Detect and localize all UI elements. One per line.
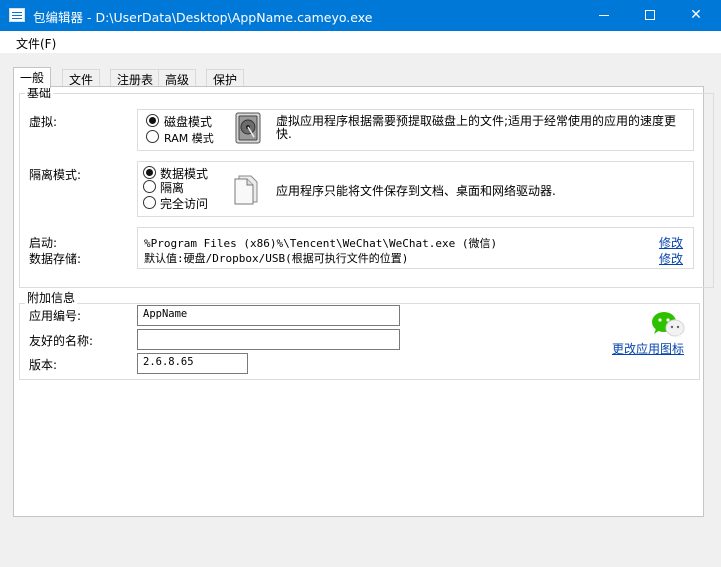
startup-path: %Program Files (x86)%\Tencent\WeChat\WeC…: [144, 237, 498, 250]
basic-group-title: 基础: [25, 86, 54, 100]
document-icon: [234, 175, 258, 205]
full-access-radio[interactable]: [143, 196, 156, 209]
edit-storage-link[interactable]: 修改: [659, 250, 683, 267]
disk-mode-radio[interactable]: [146, 114, 159, 127]
additional-info-title: 附加信息: [25, 291, 78, 305]
friendly-name-label: 友好的名称:: [29, 334, 94, 348]
app-id-input[interactable]: AppName: [137, 305, 400, 326]
storage-label: 数据存储:: [29, 252, 82, 266]
maximize-button[interactable]: [627, 0, 673, 31]
disk-mode-label[interactable]: 磁盘模式: [164, 113, 212, 130]
tab-files[interactable]: 文件: [62, 69, 101, 87]
ram-mode-radio[interactable]: [146, 130, 159, 143]
wechat-icon: [652, 312, 685, 338]
close-button[interactable]: ✕: [673, 0, 719, 31]
isolation-description: 应用程序只能将文件保存到文档、桌面和网络驱动器.: [276, 184, 556, 198]
tab-general[interactable]: 一般: [13, 67, 52, 88]
app-id-label: 应用编号:: [29, 309, 82, 323]
friendly-name-input[interactable]: [137, 329, 400, 350]
edit-startup-link[interactable]: 修改: [659, 234, 683, 251]
ram-mode-label[interactable]: RAM 模式: [164, 130, 214, 146]
minimize-icon: [599, 15, 609, 16]
hard-drive-icon: [235, 112, 261, 144]
startup-label: 启动:: [29, 236, 58, 250]
change-app-icon-link[interactable]: 更改应用图标: [612, 340, 684, 357]
minimize-button[interactable]: [581, 0, 627, 31]
menu-bar: 文件(F): [0, 31, 721, 53]
tab-registry[interactable]: 注册表: [110, 69, 161, 87]
window-title: 包编辑器 - D:\UserData\Desktop\AppName.camey…: [33, 10, 373, 25]
virtual-label: 虚拟:: [29, 115, 58, 129]
menu-file[interactable]: 文件(F): [16, 35, 56, 52]
tab-advanced[interactable]: 高级: [158, 69, 197, 87]
storage-value: 默认值:硬盘/Dropbox/USB(根据可执行文件的位置): [144, 252, 409, 265]
title-bar: 包编辑器 - D:\UserData\Desktop\AppName.camey…: [0, 0, 721, 31]
version-label: 版本:: [29, 358, 58, 372]
tab-protection[interactable]: 保护: [206, 69, 245, 87]
data-mode-radio[interactable]: [143, 166, 156, 179]
isolated-radio[interactable]: [143, 180, 156, 193]
isolated-label[interactable]: 隔离: [160, 179, 184, 196]
package-editor-icon: [9, 8, 25, 22]
full-access-label[interactable]: 完全访问: [160, 195, 208, 212]
general-tab-panel: 基础 虚拟: 磁盘模式 RAM 模式 虚拟应用程序根据需要预提取磁盘上的文件;适…: [13, 86, 714, 517]
virtual-description: 虚拟应用程序根据需要预提取磁盘上的文件;适用于经常使用的应用的速度更快.: [276, 114, 677, 141]
isolation-label: 隔离模式:: [29, 168, 82, 182]
version-input[interactable]: 2.6.8.65: [137, 353, 248, 374]
maximize-icon: [645, 10, 655, 20]
close-icon: ✕: [690, 7, 702, 23]
